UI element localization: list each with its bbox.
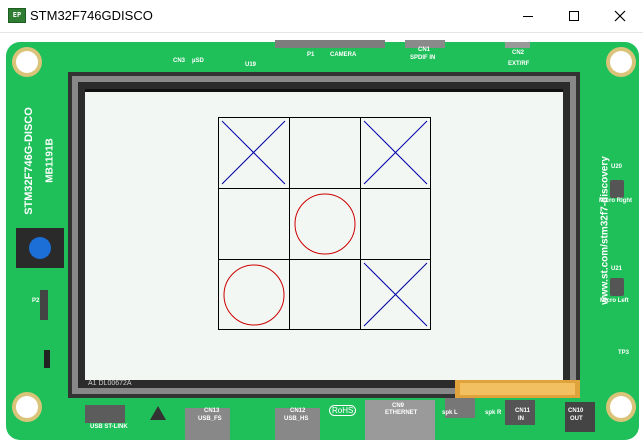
x-mark: [363, 120, 428, 185]
label-cn13: CN13: [204, 408, 220, 414]
label-spk-r: spk R: [485, 410, 502, 416]
cell-1[interactable]: [289, 117, 360, 188]
label-lcd-part: A1 DL00672A: [88, 380, 132, 387]
label-cn9: CN9: [392, 403, 405, 409]
cell-4[interactable]: [289, 188, 360, 259]
label-usb-hs: USB_HS: [284, 416, 309, 422]
label-ethernet: ETHERNET: [385, 410, 418, 416]
label-usb-stlink: USB ST-LINK: [90, 424, 128, 430]
cell-5[interactable]: [360, 188, 431, 259]
o-mark: [223, 264, 285, 326]
tic-tac-toe-board: [218, 117, 431, 330]
label-cn10: CN10: [568, 408, 584, 414]
label-ext-rf: EXT/RF: [508, 61, 530, 67]
cell-2[interactable]: [360, 117, 431, 188]
label-u20: U20: [611, 164, 623, 170]
label-out: OUT: [570, 416, 583, 422]
label-u21: U21: [611, 266, 623, 272]
x-mark: [221, 120, 286, 185]
board-url-label: www.st.com/stm32f7-discovery: [599, 156, 611, 305]
label-rohs: RoHS: [329, 405, 357, 416]
label-usd: µSD: [192, 58, 204, 64]
maximize-button[interactable]: [551, 0, 597, 31]
x-mark: [363, 262, 428, 327]
label-cn3: CN3: [173, 58, 186, 64]
board-id-label: MB1191B: [44, 138, 56, 183]
label-u19: U19: [245, 62, 257, 68]
label-cn2: CN2: [512, 50, 525, 56]
close-icon: [614, 10, 626, 21]
label-micro-left: Micro Left: [600, 298, 629, 304]
label-usb-fs: USB_FS: [198, 416, 222, 422]
cell-8[interactable]: [360, 259, 431, 330]
minimize-icon: [523, 15, 533, 17]
label-p1: P1: [307, 52, 315, 58]
label-camera: CAMERA: [330, 52, 357, 58]
o-mark: [294, 193, 356, 255]
minimize-button[interactable]: [505, 0, 551, 31]
label-cn11: CN11: [515, 408, 531, 414]
board-name-label: STM32F746G-DISCO: [23, 107, 35, 215]
cell-6[interactable]: [218, 259, 289, 330]
label-spdif: SPDIF IN: [410, 55, 436, 61]
label-p2: P2: [32, 298, 40, 304]
cell-0[interactable]: [218, 117, 289, 188]
window-title: STM32F746GDISCO: [30, 8, 153, 23]
maximize-icon: [569, 10, 579, 21]
label-micro-right: Micro Right: [599, 198, 632, 204]
label-in: IN: [518, 416, 524, 422]
close-button[interactable]: [597, 0, 643, 31]
cell-3[interactable]: [218, 188, 289, 259]
label-cn1: CN1: [418, 47, 431, 53]
label-tp3: TP3: [618, 350, 630, 356]
window-titlebar: EP STM32F746GDISCO: [0, 0, 643, 33]
label-spk-l: spk L: [442, 410, 458, 416]
stm32-app-icon: EP: [8, 8, 26, 23]
cell-7[interactable]: [289, 259, 360, 330]
label-cn12: CN12: [290, 408, 306, 414]
